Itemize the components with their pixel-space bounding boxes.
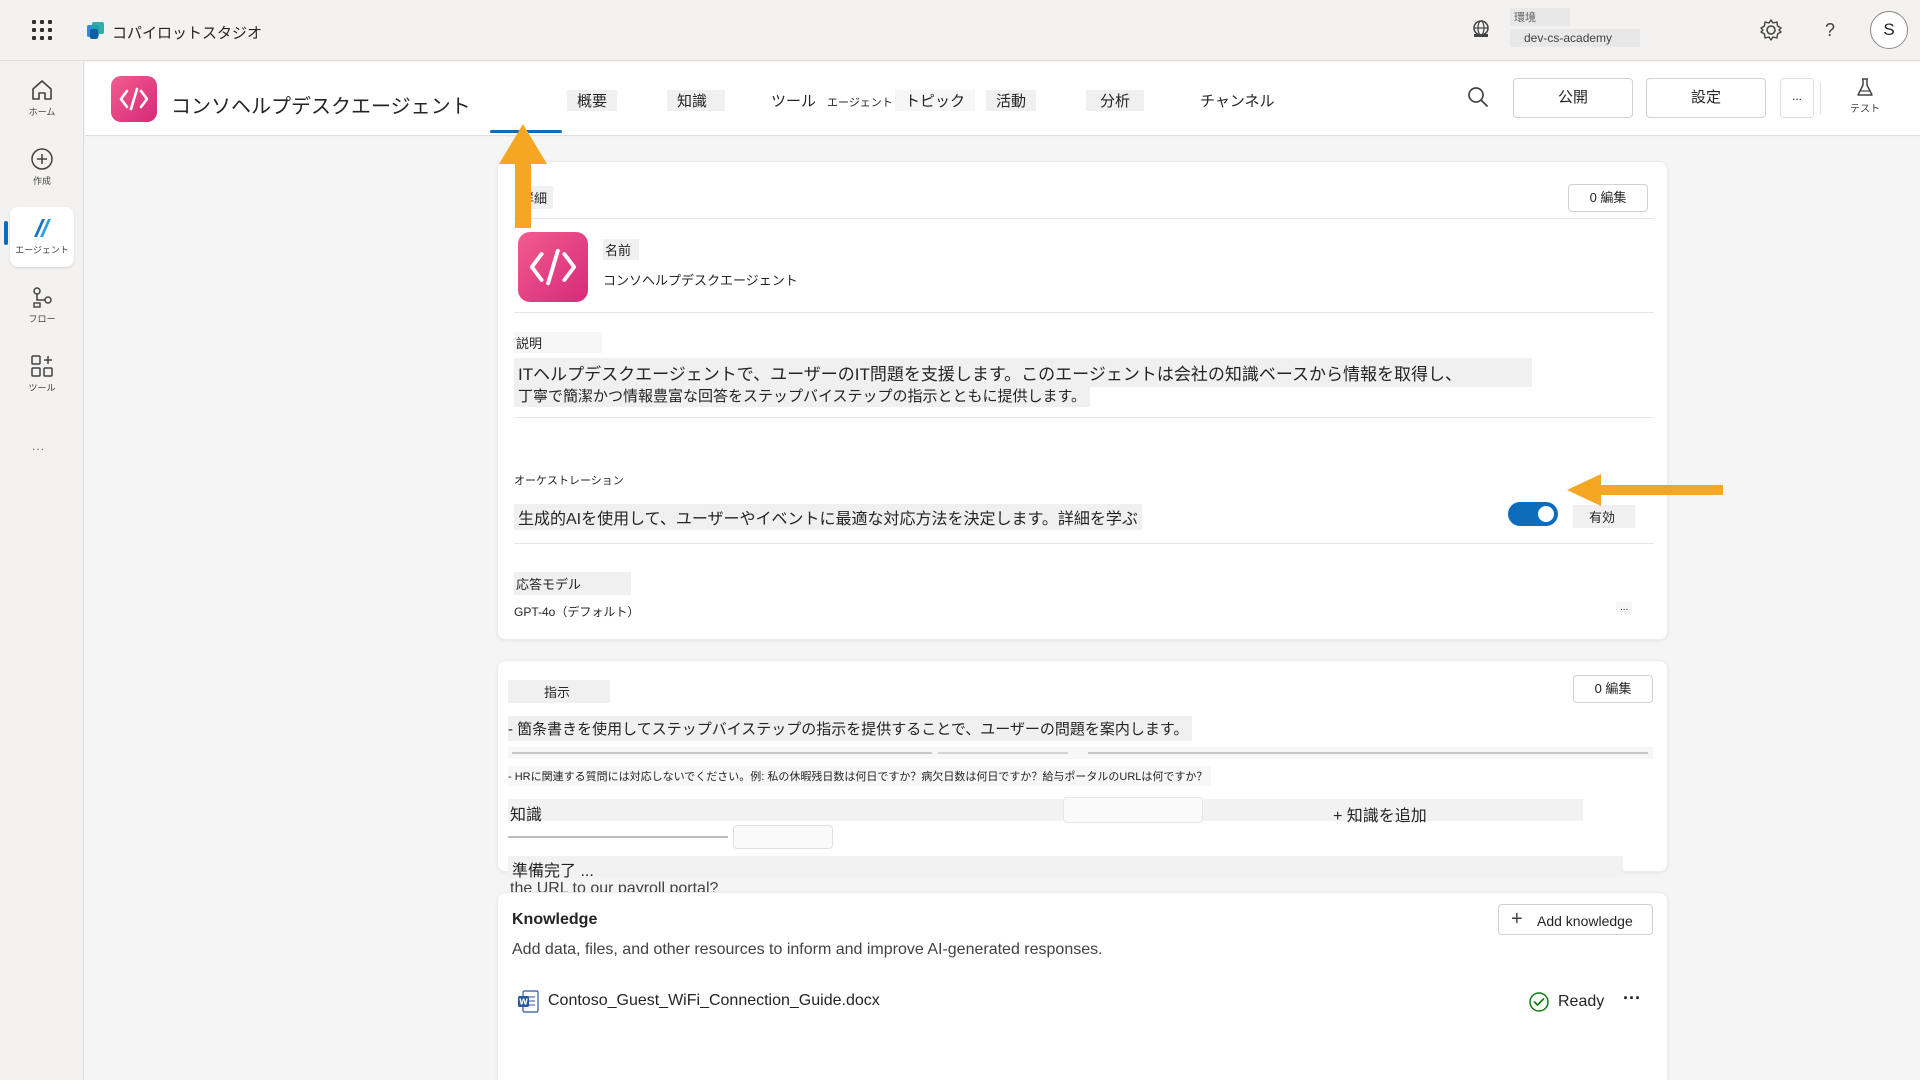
rail-item-tools[interactable]: ツール: [10, 345, 74, 405]
tools-icon: [31, 355, 53, 377]
orchestration-toggle[interactable]: [1508, 502, 1558, 526]
left-rail: ホーム 作成 エージェント フロー ツール ...: [0, 61, 84, 1080]
name-label: 名前: [603, 239, 640, 260]
instructions-add-knowledge[interactable]: + 知識を追加: [1333, 802, 1427, 826]
app-launcher-icon[interactable]: [30, 18, 54, 42]
instructions-ready-row: [508, 856, 1623, 878]
environment-globe-icon[interactable]: [1470, 18, 1492, 40]
model-label: 応答モデル: [514, 572, 632, 595]
instructions-card: 指示 0 編集 - 箇条書きを使用してステップバイステップの指示を提供することで…: [497, 660, 1668, 897]
plus-circle-icon: [31, 148, 53, 170]
agent-avatar-icon: [111, 76, 157, 122]
instructions-section-label: 指示: [508, 680, 611, 703]
agent-icon: [34, 219, 51, 237]
home-icon: [32, 80, 52, 100]
tab-knowledge[interactable]: 知識: [667, 90, 726, 111]
svg-text:W: W: [519, 998, 528, 1007]
copilot-studio-logo-icon: [87, 22, 104, 39]
agent-header: コンソヘルプデスクエージェント 概要 知識 ツール エージェント トピック 活動…: [85, 62, 1920, 136]
details-divider-2: [514, 312, 1654, 313]
rail-label-create: 作成: [32, 176, 51, 186]
details-agent-icon: [518, 232, 588, 302]
tab-channels[interactable]: チャンネル: [1190, 90, 1285, 111]
word-document-icon: W: [518, 990, 539, 1013]
add-knowledge-label: Add knowledge: [1537, 913, 1633, 929]
instructions-knowledge-input[interactable]: [1063, 797, 1203, 823]
rail-item-agents[interactable]: エージェント: [10, 207, 74, 267]
environment-value: dev-cs-academy: [1510, 29, 1640, 47]
gear-icon[interactable]: [1758, 17, 1784, 43]
top-bar: コパイロットスタジオ 環境 dev-cs-academy ? S: [0, 0, 1920, 61]
rail-label-flows: フロー: [28, 314, 56, 324]
instructions-edit-button[interactable]: 0 編集: [1573, 675, 1653, 703]
instructions-line-1: - 箇条書きを使用してステップバイステップの指示を提供することで、ユーザーの問題…: [508, 716, 1193, 741]
main-content: 詳細 0 編集 名前 コンソヘルプデスクエージェント 説明 ITヘルプデスクエー…: [85, 137, 1920, 1080]
flask-icon: [1857, 78, 1873, 96]
instructions-knowledge-chip[interactable]: [733, 825, 833, 849]
avatar[interactable]: S: [1870, 11, 1908, 49]
test-label: テスト: [1850, 104, 1880, 115]
model-value: GPT-4o（デフォルト）: [514, 605, 640, 619]
test-button[interactable]: テスト: [1840, 76, 1890, 115]
flow-icon: [33, 287, 52, 308]
knowledge-description: Add data, files, and other resources to …: [512, 941, 1103, 958]
search-icon[interactable]: [1465, 84, 1491, 110]
rail-item-home[interactable]: ホーム: [10, 69, 74, 129]
details-card: 詳細 0 編集 名前 コンソヘルプデスクエージェント 説明 ITヘルプデスクエー…: [497, 161, 1668, 640]
description-line-1: ITヘルプデスクエージェントで、ユーザーのIT問題を支援します。このエージェント…: [514, 358, 1532, 387]
knowledge-file-more-button[interactable]: ···: [1623, 988, 1641, 1009]
annotation-arrow-left-icon: [1567, 474, 1723, 506]
rail-more-button[interactable]: ...: [32, 439, 45, 453]
rail-label-tools: ツール: [28, 383, 56, 393]
rail-item-create[interactable]: 作成: [10, 138, 74, 198]
details-edit-button[interactable]: 0 編集: [1568, 184, 1648, 212]
app-name: コパイロットスタジオ: [112, 25, 263, 42]
instructions-line-3: - HRに関連する質問には対応しないでください。例: 私の休暇残日数は何日ですか…: [508, 766, 1212, 786]
instructions-line-2: [508, 747, 1653, 759]
rail-item-flows[interactable]: フロー: [10, 276, 74, 336]
orchestration-text[interactable]: 生成的AIを使用して、ユーザーやイベントに最適な対応方法を決定します。詳細を学ぶ: [514, 504, 1142, 530]
publish-button[interactable]: 公開: [1513, 78, 1633, 118]
environment-selector[interactable]: 環境 dev-cs-academy: [1510, 8, 1640, 47]
instructions-knowledge-label: 知識: [510, 807, 543, 824]
tab-activity[interactable]: 活動: [986, 90, 1037, 111]
details-divider-1: [514, 218, 1654, 219]
knowledge-file-name: Contoso_Guest_WiFi_Connection_Guide.docx: [548, 992, 880, 1009]
knowledge-file-status: Ready: [1558, 993, 1605, 1010]
model-more-button[interactable]: ...: [1616, 602, 1633, 613]
header-more-button[interactable]: ...: [1780, 78, 1814, 118]
tab-agents[interactable]: エージェント: [817, 94, 903, 110]
plus-icon: +: [1511, 908, 1523, 930]
orchestration-label: オーケストレーション: [514, 475, 624, 487]
knowledge-title: Knowledge: [512, 911, 598, 928]
environment-label: 環境: [1510, 8, 1570, 26]
settings-button[interactable]: 設定: [1646, 78, 1766, 118]
details-divider-3: [514, 417, 1654, 418]
knowledge-card: Knowledge + Add knowledge Add data, file…: [497, 892, 1668, 1080]
annotation-arrow-up-icon: [499, 124, 547, 228]
rail-label-home: ホーム: [28, 107, 56, 117]
tab-overview[interactable]: 概要: [567, 90, 618, 111]
instructions-knowledge-hint: [508, 836, 728, 838]
details-divider-4: [514, 543, 1654, 544]
knowledge-file-row[interactable]: W Contoso_Guest_WiFi_Connection_Guide.do…: [518, 988, 1658, 1018]
tab-topics[interactable]: トピック: [895, 90, 976, 111]
header-separator: [1820, 82, 1821, 114]
orchestration-state: 有効: [1573, 505, 1636, 528]
rail-label-agents: エージェント: [15, 245, 69, 255]
agent-title: コンソヘルプデスクエージェント: [171, 96, 471, 118]
add-knowledge-button[interactable]: + Add knowledge: [1498, 904, 1653, 935]
description-line-2: 丁寧で簡潔かつ情報豊富な回答をステップバイステップの指示とともに提供します。: [514, 384, 1091, 407]
help-icon[interactable]: ?: [1818, 18, 1842, 42]
tab-analytics[interactable]: 分析: [1086, 90, 1145, 111]
ready-check-icon: [1529, 992, 1549, 1012]
instructions-ready-status: 準備完了 ...: [512, 863, 594, 880]
name-value: コンソヘルプデスクエージェント: [603, 273, 798, 288]
description-label: 説明: [514, 332, 603, 353]
rail-active-indicator: [4, 221, 8, 245]
